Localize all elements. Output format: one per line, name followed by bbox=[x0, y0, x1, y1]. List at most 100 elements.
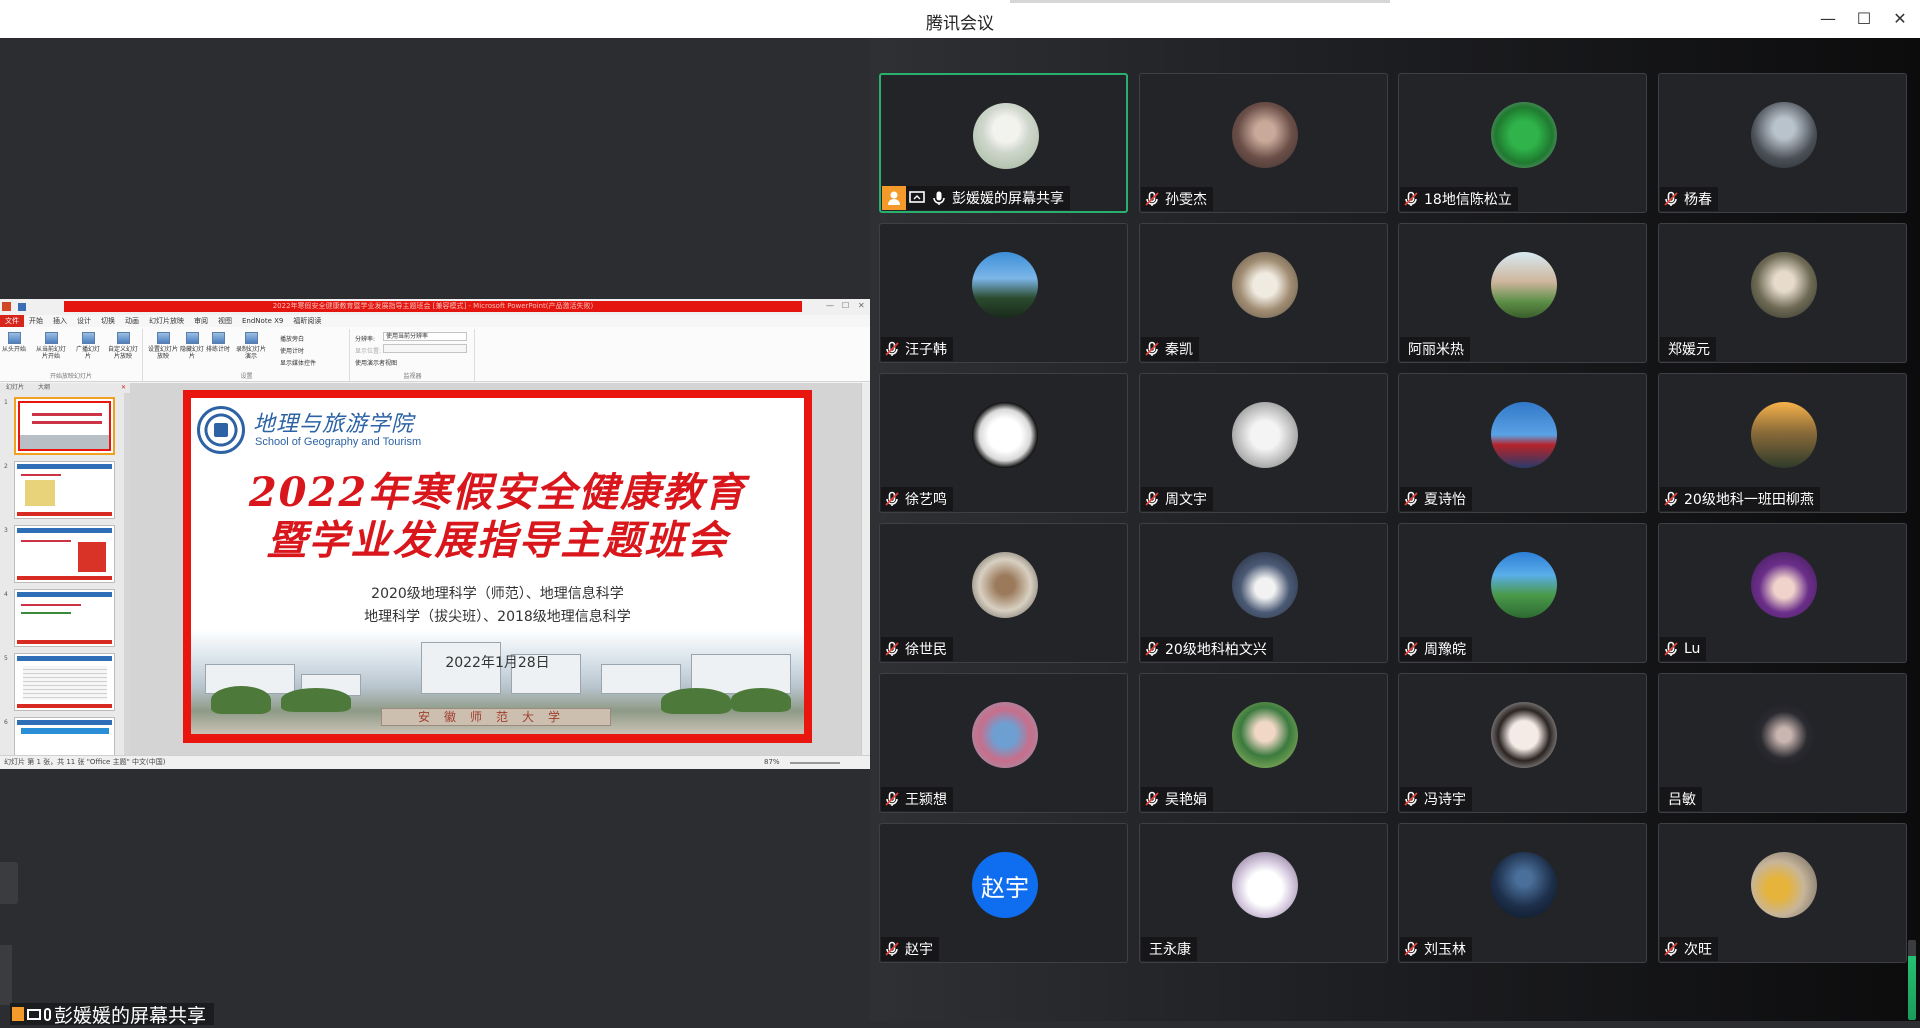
participant-tile[interactable]: 18地信陈松立 bbox=[1398, 73, 1647, 213]
screen-share-icon bbox=[27, 1008, 41, 1020]
ppt-tab-8[interactable]: 视图 bbox=[213, 315, 237, 327]
participant-avatar bbox=[1491, 252, 1557, 318]
ppt-tab-4[interactable]: 切换 bbox=[96, 315, 120, 327]
ppt-pane-tabs: 幻灯片 大纲 ✕ bbox=[0, 383, 130, 393]
participant-tile[interactable]: 杨春 bbox=[1658, 73, 1907, 213]
participant-avatar bbox=[972, 702, 1038, 768]
participant-video-grid: 彭媛媛的屏幕共享 孙雯杰 18地信陈松立 杨春汪子韩 秦凯 阿丽米热 郑媛元徐艺鸣 周文宇 夏诗… bbox=[870, 38, 1920, 1021]
slide-thumbnail-3[interactable] bbox=[14, 525, 115, 583]
ppt-tab-3[interactable]: 设计 bbox=[72, 315, 96, 327]
participant-name-bar: 刘玉林 bbox=[1400, 937, 1472, 961]
participant-name: 夏诗怡 bbox=[1424, 492, 1466, 508]
participant-tile[interactable]: 王永康 bbox=[1139, 823, 1388, 963]
school-logo bbox=[197, 406, 245, 454]
participant-avatar bbox=[973, 103, 1039, 169]
mic-muted-icon bbox=[1660, 638, 1682, 660]
participant-tile[interactable]: 阿丽米热 bbox=[1398, 223, 1647, 363]
ppt-close-button[interactable]: ✕ bbox=[858, 301, 865, 310]
participant-tile[interactable]: 周豫皖 bbox=[1398, 523, 1647, 663]
ribbon-btn-setup-show[interactable]: 设置幻灯片放映 bbox=[148, 332, 178, 360]
participant-tile[interactable]: 吕敏 bbox=[1658, 673, 1907, 813]
mic-icon bbox=[44, 1007, 51, 1021]
participant-tile[interactable]: 刘玉林 bbox=[1398, 823, 1647, 963]
ppt-tab-10[interactable]: 福昕阅读 bbox=[288, 315, 326, 327]
participant-name-bar: 吕敏 bbox=[1660, 787, 1702, 811]
close-button[interactable]: ✕ bbox=[1882, 6, 1918, 32]
ribbon-btn-broadcast[interactable]: 广播幻灯片 bbox=[76, 332, 100, 360]
mic-muted-icon bbox=[1400, 488, 1422, 510]
tab-slides[interactable]: 幻灯片 bbox=[0, 384, 30, 391]
participant-tile[interactable]: 次旺 bbox=[1658, 823, 1907, 963]
ppt-tab-5[interactable]: 动画 bbox=[120, 315, 144, 327]
show-on-select[interactable] bbox=[383, 344, 467, 353]
participant-tile[interactable]: 徐世民 bbox=[879, 523, 1128, 663]
ribbon-btn-custom-show[interactable]: 自定义幻灯片放映 bbox=[106, 332, 140, 360]
ribbon-btn-hide-slide[interactable]: 隐藏幻灯片 bbox=[180, 332, 204, 360]
slide-thumbnail-4[interactable] bbox=[14, 589, 115, 647]
participant-tile[interactable]: Lu bbox=[1658, 523, 1907, 663]
ribbon-check-narration[interactable]: 播放旁白 bbox=[280, 334, 304, 343]
participant-avatar bbox=[1491, 552, 1557, 618]
ppt-quick-access-toolbar bbox=[2, 302, 26, 313]
participant-name: 周文宇 bbox=[1165, 492, 1207, 508]
maximize-button[interactable]: ☐ bbox=[1846, 6, 1882, 32]
slide-thumbnail-5[interactable] bbox=[14, 653, 115, 711]
participant-tile[interactable]: 孙雯杰 bbox=[1139, 73, 1388, 213]
ribbon-group-start-show: 从头开始 从当前幻灯片开始 广播幻灯片 自定义幻灯片放映 开始放映幻灯片 bbox=[0, 329, 143, 381]
participant-name: 汪子韩 bbox=[905, 342, 947, 358]
participant-tile[interactable]: 彭媛媛的屏幕共享 bbox=[879, 73, 1128, 213]
resolution-select[interactable]: 使用当前分辨率 bbox=[383, 332, 467, 341]
mic-muted-icon bbox=[1660, 488, 1682, 510]
minimize-button[interactable]: — bbox=[1810, 6, 1846, 32]
zoom-level[interactable]: 87% bbox=[764, 756, 780, 769]
slide-thumbnail-2[interactable] bbox=[14, 461, 115, 519]
side-panel-handle-lower[interactable] bbox=[0, 945, 12, 1005]
ppt-maximize-button[interactable]: ☐ bbox=[842, 301, 849, 310]
side-panel-handle[interactable] bbox=[0, 862, 18, 904]
mic-icon bbox=[928, 187, 950, 209]
ppt-tab-0[interactable]: 文件 bbox=[0, 315, 24, 327]
ribbon-btn-record[interactable]: 录制幻灯片演示 bbox=[236, 332, 266, 360]
slide-thumbnail-1[interactable] bbox=[14, 397, 115, 455]
drag-indicator[interactable] bbox=[1010, 0, 1390, 3]
ppt-tab-9[interactable]: EndNote X9 bbox=[237, 315, 288, 327]
zoom-slider[interactable] bbox=[790, 762, 840, 764]
ribbon-btn-from-beginning[interactable]: 从头开始 bbox=[2, 332, 26, 353]
slide-scrollbar[interactable] bbox=[861, 383, 870, 755]
participant-tile[interactable]: 周文宇 bbox=[1139, 373, 1388, 513]
participant-name-bar: 孙雯杰 bbox=[1141, 187, 1213, 211]
participant-name-bar: Lu bbox=[1660, 637, 1707, 661]
ppt-tab-6[interactable]: 幻灯片放映 bbox=[144, 315, 189, 327]
ribbon-btn-from-current[interactable]: 从当前幻灯片开始 bbox=[36, 332, 66, 360]
participant-tile[interactable]: 郑媛元 bbox=[1658, 223, 1907, 363]
participant-name-bar: 徐世民 bbox=[881, 637, 953, 661]
participant-tile[interactable]: 20级地科一班田柳燕 bbox=[1658, 373, 1907, 513]
ppt-ribbon-tabs: 文件 开始 插入 设计 切换 动画 幻灯片放映 审阅 视图 EndNote X9 福昕阅读 bbox=[0, 315, 870, 327]
participant-tile[interactable]: 冯诗宇 bbox=[1398, 673, 1647, 813]
participant-name-bar: 18地信陈松立 bbox=[1400, 187, 1518, 211]
participant-name-bar: 杨春 bbox=[1660, 187, 1718, 211]
participant-tile[interactable]: 夏诗怡 bbox=[1398, 373, 1647, 513]
ppt-minimize-button[interactable]: — bbox=[826, 301, 834, 310]
slide-thumbnail-6[interactable] bbox=[14, 717, 115, 755]
participant-tile[interactable]: 徐艺鸣 bbox=[879, 373, 1128, 513]
slide-subtitle-line2: 地理科学（拔尖班）、2018级地理信息科学 bbox=[364, 609, 631, 625]
ribbon-check-timings[interactable]: 使用计时 bbox=[280, 346, 304, 355]
ppt-tab-7[interactable]: 审阅 bbox=[189, 315, 213, 327]
participant-tile[interactable]: 吴艳娟 bbox=[1139, 673, 1388, 813]
ribbon-check-media-controls[interactable]: 显示媒体控件 bbox=[280, 358, 316, 367]
ppt-tab-1[interactable]: 开始 bbox=[24, 315, 48, 327]
mic-muted-icon bbox=[881, 938, 903, 960]
participant-tile[interactable]: 王颍想 bbox=[879, 673, 1128, 813]
thumb-number: 3 bbox=[4, 527, 8, 534]
close-pane-icon[interactable]: ✕ bbox=[121, 383, 126, 393]
participant-tile[interactable]: 汪子韩 bbox=[879, 223, 1128, 363]
tab-outline[interactable]: 大纲 bbox=[32, 384, 56, 391]
participant-tile[interactable]: 20级地科柏文兴 bbox=[1139, 523, 1388, 663]
participant-tile[interactable]: 秦凯 bbox=[1139, 223, 1388, 363]
ppt-tab-2[interactable]: 插入 bbox=[48, 315, 72, 327]
participant-tile[interactable]: 赵宇 赵宇 bbox=[879, 823, 1128, 963]
presenter-view-check[interactable]: 使用演示者视图 bbox=[355, 358, 397, 367]
campus-photo: 安徽师范大学 bbox=[191, 629, 804, 734]
ribbon-btn-rehearse[interactable]: 排练计时 bbox=[206, 332, 230, 353]
